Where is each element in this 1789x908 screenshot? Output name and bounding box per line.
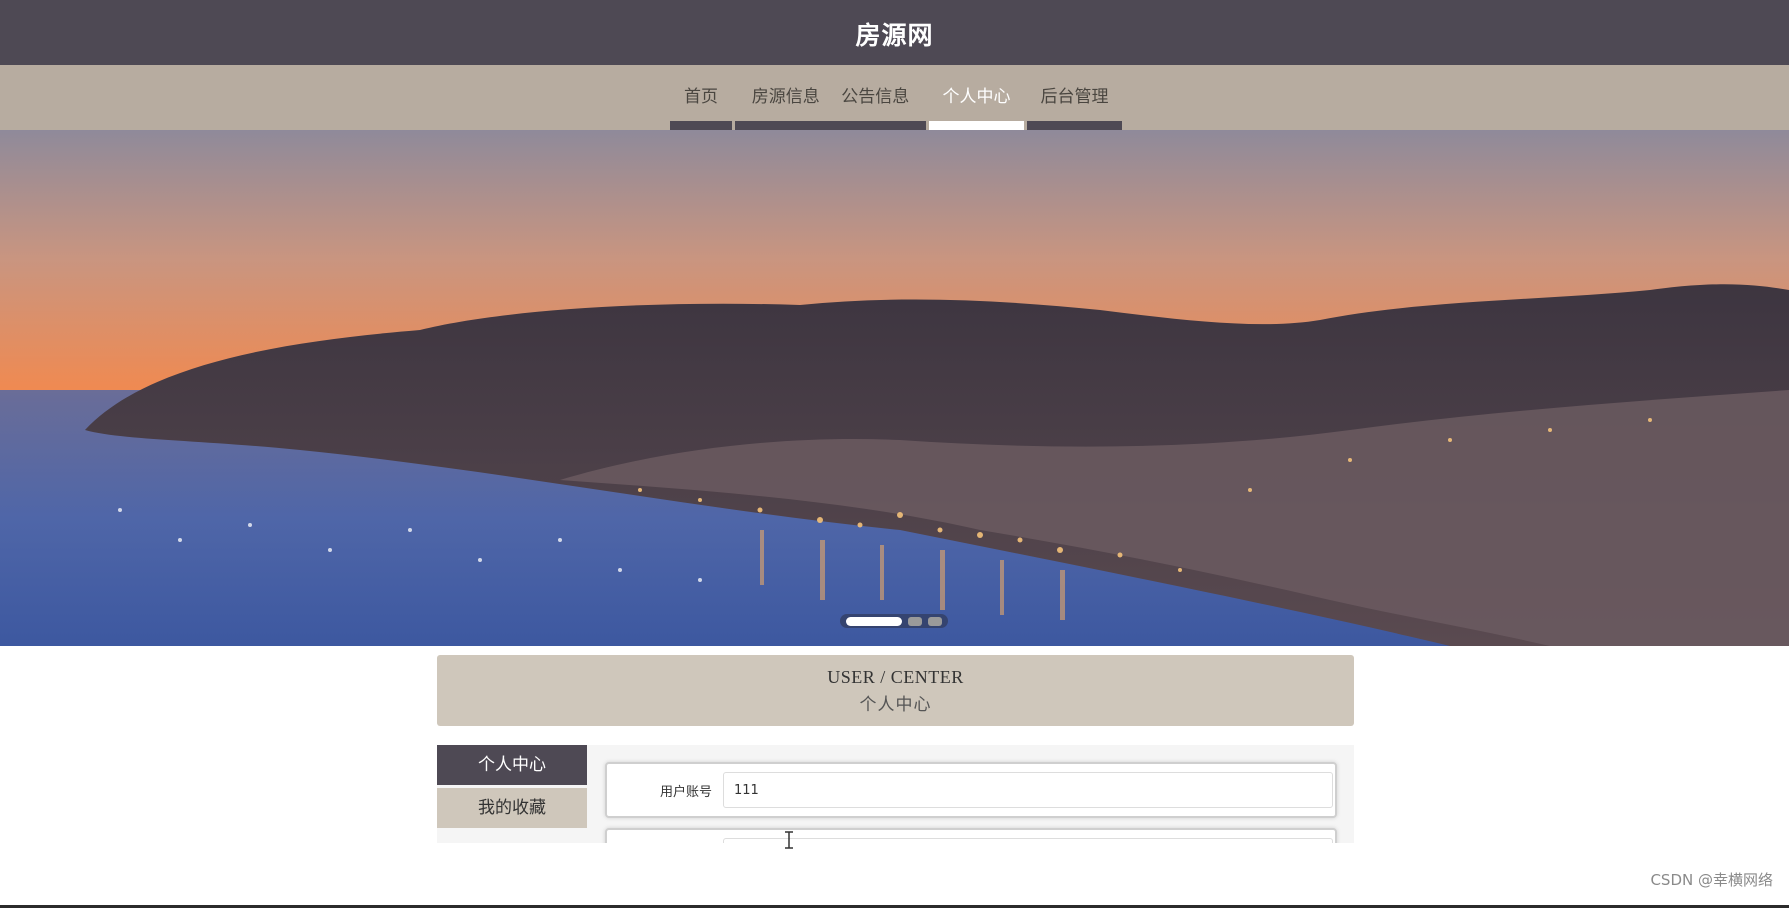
watermark: CSDN @幸横网络 xyxy=(1650,871,1773,889)
nav-item-admin[interactable]: 后台管理 xyxy=(1027,65,1122,130)
carousel-dot-1[interactable] xyxy=(846,616,902,626)
main-nav: 首页 房源信息 公告信息 个人中心 后台管理 xyxy=(0,65,1789,130)
nav-item-indicator xyxy=(670,121,732,130)
carousel-indicators xyxy=(840,614,948,628)
account-input[interactable] xyxy=(723,772,1333,808)
carousel-dot-3[interactable] xyxy=(928,616,942,626)
banner-carousel[interactable] xyxy=(0,130,1789,646)
form-row-account: 用户账号 xyxy=(605,762,1337,818)
section-title-cn: 个人中心 xyxy=(859,695,932,715)
carousel-dot-2[interactable] xyxy=(908,616,922,626)
section-heading: USER / CENTER 个人中心 xyxy=(437,655,1354,726)
nav-item-active-indicator xyxy=(929,121,1024,130)
next-field-input[interactable] xyxy=(723,838,1333,843)
nav-item-indicator xyxy=(735,121,926,130)
nav-item-label: 首页 xyxy=(684,87,718,107)
form-row-next xyxy=(605,828,1337,843)
nav-item-notices-label[interactable]: 公告信息 xyxy=(841,82,909,107)
nav-item-label: 个人中心 xyxy=(942,87,1011,107)
sidebar-item-favorites[interactable]: 我的收藏 xyxy=(437,788,587,828)
site-title: 房源网 xyxy=(855,21,934,50)
nav-item-label: 后台管理 xyxy=(1040,87,1109,107)
nav-item-indicator xyxy=(1027,121,1122,130)
text-cursor-icon xyxy=(785,831,793,849)
banner-image xyxy=(0,130,1789,646)
nav-item-user-center[interactable]: 个人中心 xyxy=(929,65,1024,130)
nav-item-listings[interactable]: 房源信息 公告信息 xyxy=(735,65,926,130)
sidebar-item-user-center[interactable]: 个人中心 xyxy=(437,745,587,785)
nav-item-home[interactable]: 首页 xyxy=(670,65,732,130)
site-header: 房源网 xyxy=(0,0,1789,66)
section-title-en: USER / CENTER xyxy=(827,667,964,687)
nav-item-label: 房源信息 公告信息 xyxy=(735,65,926,107)
sidebar-menu: 个人中心 我的收藏 xyxy=(437,745,587,831)
user-center-content: 个人中心 我的收藏 用户账号 xyxy=(437,745,1354,843)
nav-item-listings-label: 房源信息 xyxy=(751,87,820,107)
account-label: 用户账号 xyxy=(659,785,712,800)
